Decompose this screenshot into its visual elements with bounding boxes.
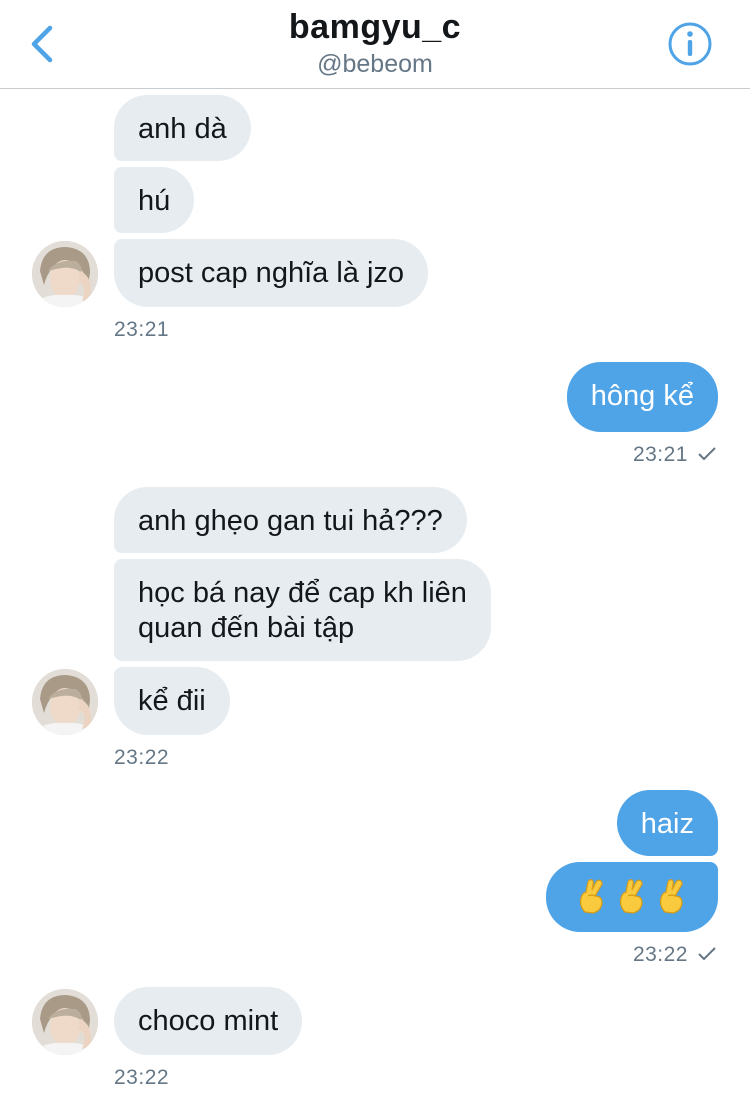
- message-bubble[interactable]: hông kể: [566, 362, 718, 432]
- message-bubble[interactable]: anh dà: [114, 95, 251, 161]
- info-button[interactable]: [666, 20, 714, 68]
- avatar[interactable]: [32, 241, 98, 307]
- message-bubble[interactable]: choco mint: [114, 987, 303, 1055]
- message-bubble[interactable]: haiz: [616, 790, 718, 856]
- sent-check-icon: [698, 447, 716, 461]
- message-text: hú: [138, 185, 171, 217]
- conversation-header: bamgyu_c @bebeom: [0, 0, 750, 89]
- conversation-title[interactable]: bamgyu_c: [0, 8, 750, 47]
- message-bubble[interactable]: [546, 862, 718, 932]
- message-text: post cap nghĩa là jzo: [138, 257, 405, 289]
- message-timestamp-row: 23:21: [633, 443, 716, 467]
- message-bubble[interactable]: kể đii: [114, 667, 230, 735]
- crossed-fingers-icon: [659, 879, 683, 914]
- message-timestamp: 23:21: [114, 318, 170, 341]
- message-text: haiz: [640, 808, 694, 840]
- message-timestamp: 23:22: [114, 746, 170, 769]
- message-timestamp: 23:22: [632, 943, 688, 966]
- message-text-line: học bá nay để cap kh liên: [138, 577, 467, 609]
- info-icon: [668, 22, 712, 66]
- message-bubble[interactable]: hú: [114, 167, 195, 233]
- sent-check-icon: [698, 947, 716, 961]
- message-bubble[interactable]: học bá nay để cap kh liên quan đến bài t…: [114, 559, 491, 661]
- message-text: choco mint: [138, 1005, 279, 1037]
- message-timestamp: 23:22: [114, 1066, 170, 1089]
- crossed-fingers-icon: [619, 879, 643, 914]
- message-text: kể đii: [138, 685, 206, 717]
- avatar-image: [32, 669, 98, 735]
- message-text: anh dà: [138, 113, 227, 145]
- avatar-image: [32, 241, 98, 307]
- message-bubble[interactable]: anh ghẹo gan tui hả???: [114, 487, 467, 553]
- avatar-image: [32, 989, 98, 1055]
- conversation-handle: @bebeom: [317, 50, 433, 78]
- message-timestamp: 23:21: [632, 443, 688, 466]
- message-bubble[interactable]: post cap nghĩa là jzo: [114, 239, 429, 307]
- message-text: hông kể: [590, 380, 694, 412]
- message-timestamp-row: 23:22: [633, 943, 716, 967]
- avatar[interactable]: [32, 989, 98, 1055]
- message-text-line: quan đến bài tập: [138, 612, 355, 644]
- crossed-fingers-icon: [579, 879, 603, 914]
- avatar[interactable]: [32, 669, 98, 735]
- message-text: anh ghẹo gan tui hả???: [138, 505, 443, 537]
